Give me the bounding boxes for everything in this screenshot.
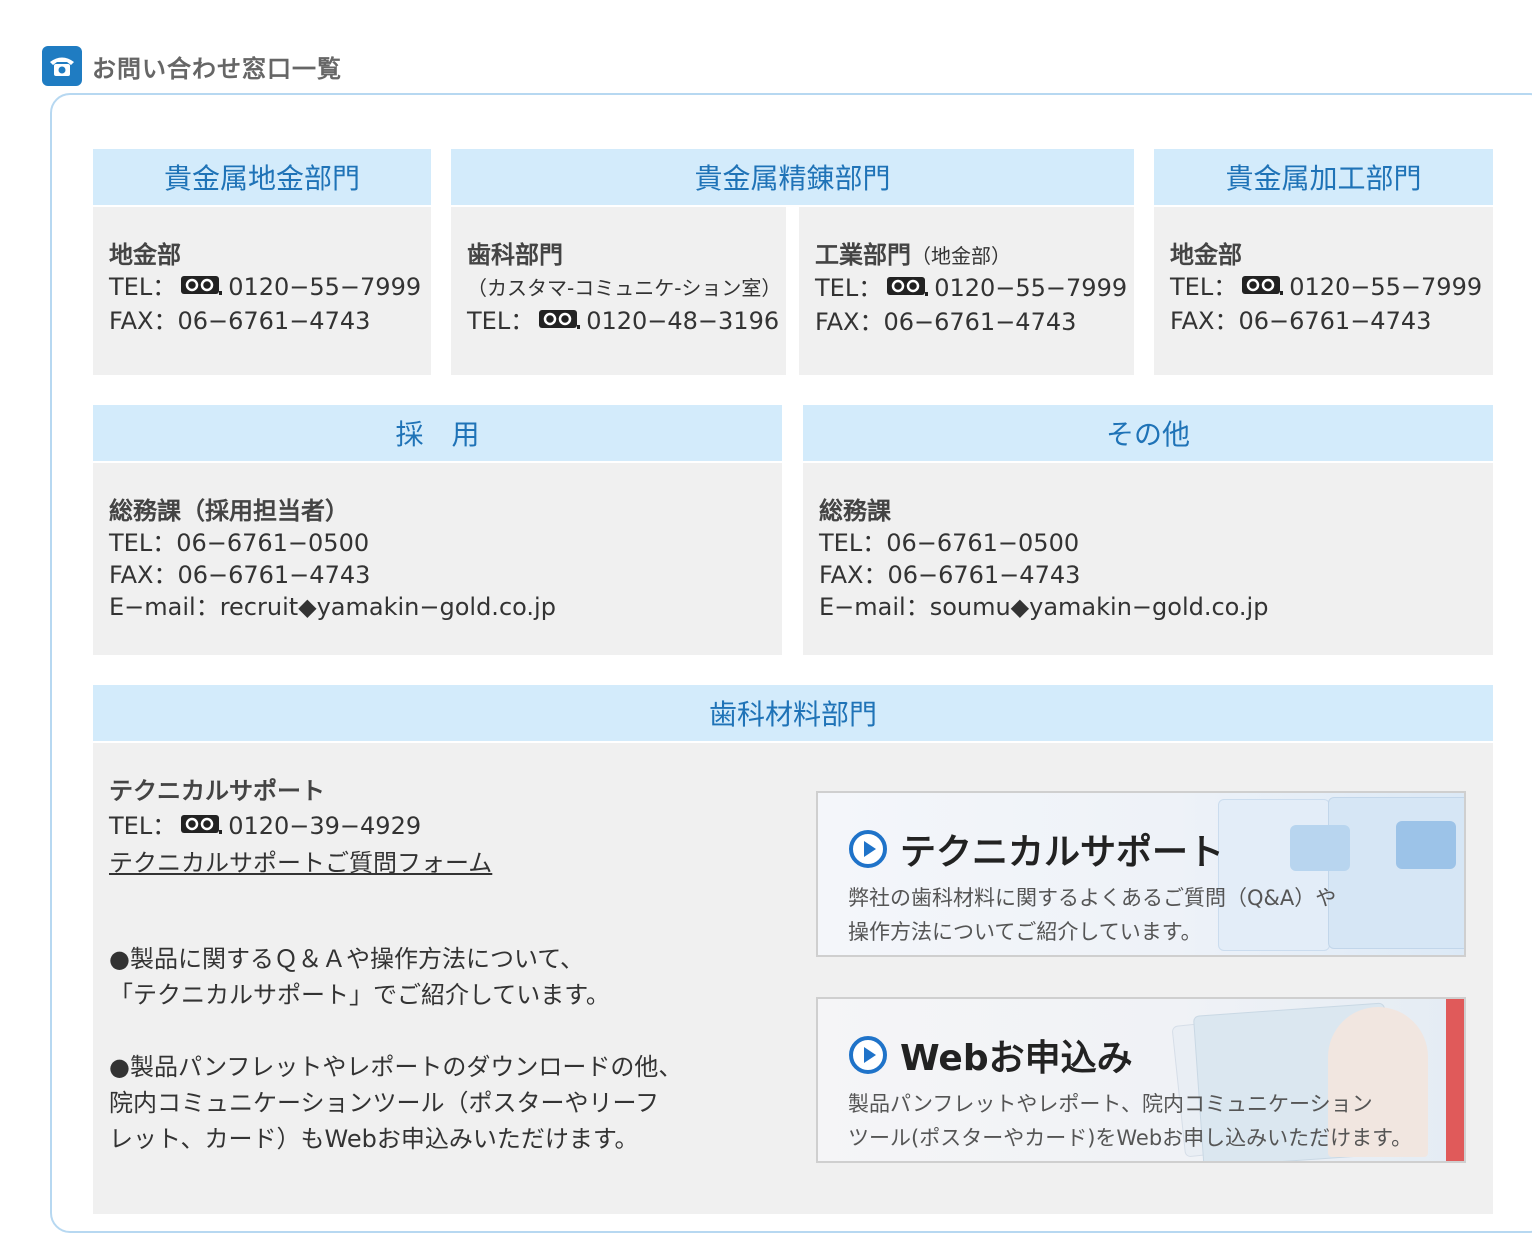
banner-title: テクニカルサポート — [900, 832, 1225, 873]
freedial-icon — [538, 307, 581, 339]
support-form-link[interactable]: テクニカルサポートご質問フォーム — [109, 849, 492, 877]
dept-name: 総務課（採用担当者） — [109, 497, 349, 525]
tel-number: 0120−55−7999 — [1289, 273, 1483, 301]
cell-sonota: 総務課 TEL：06−6761−0500 FAX：06−6761−4743 E−… — [803, 463, 1493, 655]
dept-name: 工業部門 — [815, 241, 911, 269]
fax-line: FAX：06−6761−4743 — [815, 308, 1077, 336]
phone-icon — [42, 46, 82, 86]
tel-line: TEL： 0120−55−7999 — [109, 271, 421, 305]
web-application-banner[interactable]: Webお申込み 製品パンフレットやレポート、院内コミュニケーション ツール(ポス… — [816, 997, 1466, 1163]
note-qa: ●製品に関するＱ＆Ａや操作方法について、 「テクニカルサポート」でご紹介していま… — [109, 945, 610, 1009]
tel-line: TEL： 0120−39−4929 — [109, 809, 492, 846]
page-heading: お問い合わせ窓口一覧 — [42, 46, 342, 86]
dept-name: 地金部 — [109, 241, 181, 269]
tel-line: TEL： 0120−55−7999 — [815, 272, 1127, 306]
dept-name: テクニカルサポート — [109, 777, 325, 805]
header-kako: 貴金属加工部門 — [1154, 149, 1493, 205]
header-seiren: 貴金属精錬部門 — [451, 149, 1134, 205]
cell-saiyo: 総務課（採用担当者） TEL：06−6761−0500 FAX：06−6761−… — [93, 463, 782, 655]
dept-name: 総務課 — [819, 497, 891, 525]
cell-jigane: 地金部 TEL： 0120−55−7999 FAX：06−6761−4743 — [93, 207, 431, 375]
freedial-icon — [180, 273, 223, 305]
page-title: お問い合わせ窓口一覧 — [92, 54, 342, 83]
header-jigane: 貴金属地金部門 — [93, 149, 431, 205]
header-shika-zairyo: 歯科材料部門 — [93, 685, 1493, 741]
cell-seiren-kogyo: 工業部門（地金部） TEL： 0120−55−7999 FAX：06−6761−4… — [799, 207, 1134, 375]
mail-icon — [1290, 825, 1350, 871]
tel-line: TEL： 0120−55−7999 — [1170, 271, 1482, 305]
cell-kako: 地金部 TEL： 0120−55−7999 FAX：06−6761−4743 — [1154, 207, 1493, 375]
tel-number: 0120−39−4929 — [228, 812, 422, 840]
document-image — [1328, 797, 1464, 949]
freedial-icon — [886, 274, 929, 306]
pamphlet-edge — [1446, 999, 1464, 1161]
dept-sub: （地金部） — [911, 244, 1011, 268]
tel-line: TEL：06−6761−0500 — [109, 529, 370, 557]
email-line: E−mail：soumu◆yamakin−gold.co.jp — [819, 593, 1269, 621]
dept-name: 歯科部門 — [467, 241, 563, 269]
technical-support-banner[interactable]: テクニカルサポート 弊社の歯科材料に関するよくあるご質問（Q&A）や 操作方法に… — [816, 791, 1466, 957]
header-saiyo: 採 用 — [93, 405, 782, 461]
freedial-icon — [1241, 273, 1284, 305]
fax-line: FAX：06−6761−4743 — [109, 307, 371, 335]
note-web: ●製品パンフレットやレポートのダウンロードの他、 院内コミュニケーションツール（… — [109, 1053, 683, 1153]
freedial-icon — [180, 811, 223, 846]
handshake-icon — [1396, 821, 1456, 869]
dept-sub: （カスタマ-コミュニケ-ション室） — [467, 276, 782, 300]
tel-line: TEL：06−6761−0500 — [819, 529, 1080, 557]
tel-line: TEL： 0120−48−3196 — [467, 305, 781, 339]
tel-number: 0120−55−7999 — [934, 274, 1128, 302]
play-icon — [848, 829, 888, 869]
header-sonota: その他 — [803, 405, 1493, 461]
tel-number: 0120−48−3196 — [586, 307, 780, 335]
dept-name: 地金部 — [1170, 241, 1242, 269]
cell-seiren-shika: 歯科部門 （カスタマ-コミュニケ-ション室） TEL： 0120−48−3196 — [451, 207, 786, 375]
fax-line: FAX：06−6761−4743 — [1170, 307, 1432, 335]
email-line: E−mail：recruit◆yamakin−gold.co.jp — [109, 593, 556, 621]
play-icon — [848, 1035, 888, 1075]
fax-line: FAX：06−6761−4743 — [819, 561, 1081, 589]
tel-number: 0120−55−7999 — [228, 273, 422, 301]
fax-line: FAX：06−6761−4743 — [109, 561, 371, 589]
banner-title: Webお申込み — [900, 1038, 1133, 1079]
